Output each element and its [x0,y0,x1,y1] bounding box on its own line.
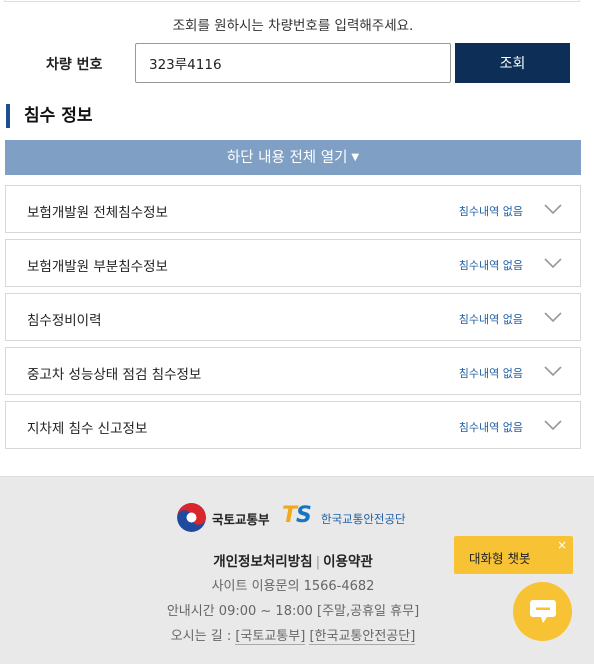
directions-label: 오시는 길 : [170,629,232,644]
directions-molit-link[interactable]: [국토교통부] [235,629,306,645]
footer-directions: 오시는 길 : [국토교통부] [한국교통안전공단] [0,625,586,645]
caret-down-icon: ▼ [351,152,360,163]
vehicle-number-input[interactable] [135,43,451,83]
accordion-item-status: 침수내역 없음 [458,259,523,272]
accordion-item-status: 침수내역 없음 [458,367,523,380]
kotsa-logo-text: 한국교통안전공단 [321,512,406,526]
vehicle-search-form: 차량 번호 조회 [0,43,594,83]
accordion-item[interactable]: 지차제 침수 신고정보 침수내역 없음 [5,401,581,449]
privacy-policy-link[interactable]: 개인정보처리방침 [213,554,312,570]
accordion-item[interactable]: 보험개발원 부분침수정보 침수내역 없음 [5,239,581,287]
footer-phone: 사이트 이용문의 1566-4682 [211,579,375,594]
flood-info-list: 보험개발원 전체침수정보 침수내역 없음 보험개발원 부분침수정보 침수내역 없… [5,185,581,455]
expand-all-label: 하단 내용 전체 열기 [226,150,348,166]
accordion-item[interactable]: 보험개발원 전체침수정보 침수내역 없음 [5,185,581,233]
molit-logo-text: 국토교통부 [212,512,270,527]
directions-kotsa-link[interactable]: [한국교통안전공단] [309,629,416,645]
close-icon[interactable]: × [557,538,567,552]
chatbot-button[interactable] [513,582,572,641]
chevron-down-icon [544,420,562,431]
chevron-down-icon [544,204,562,215]
accordion-item-title: 침수정비이력 [27,313,102,329]
chat-bubble-icon [530,600,556,623]
accordion-item-title: 지차제 침수 신고정보 [27,421,148,437]
accordion-item-title: 중고차 성능상태 점검 침수정보 [27,367,202,383]
accordion-item-title: 보험개발원 부분침수정보 [27,259,168,275]
search-button[interactable]: 조회 [455,43,570,83]
accordion-item[interactable]: 중고차 성능상태 점검 침수정보 침수내역 없음 [5,347,581,395]
chevron-down-icon [544,258,562,269]
chatbot-tooltip-label: 대화형 챗봇 [469,551,531,566]
search-instruction: 조회를 원하시는 차량번호를 입력해주세요. [172,18,414,34]
accordion-item-title: 보험개발원 전체침수정보 [27,205,168,221]
chevron-down-icon [544,366,562,377]
footer-hours: 안내시간 09:00 ~ 18:00 [주말,공휴일 휴무] [166,604,420,619]
accordion-item-status: 침수내역 없음 [458,313,523,326]
chatbot-tooltip[interactable]: 대화형 챗봇 × [454,536,573,574]
accordion-item[interactable]: 침수정비이력 침수내역 없음 [5,293,581,341]
section-title: 침수 정보 [6,104,92,128]
accordion-item-status: 침수내역 없음 [458,205,523,218]
kotsa-ts-mark: TS [282,503,312,528]
vehicle-number-label: 차량 번호 [46,57,103,73]
terms-link[interactable]: 이용약관 [323,554,373,570]
expand-all-button[interactable]: 하단 내용 전체 열기 ▼ [5,140,581,175]
footer-logos: 국토교통부 TS 한국교통안전공단 [175,503,415,532]
footer-separator: | [315,554,321,570]
previous-section-box [4,0,580,2]
accordion-item-status: 침수내역 없음 [458,421,523,434]
chevron-down-icon [544,312,562,323]
taegeuk-logo-icon [177,503,206,532]
